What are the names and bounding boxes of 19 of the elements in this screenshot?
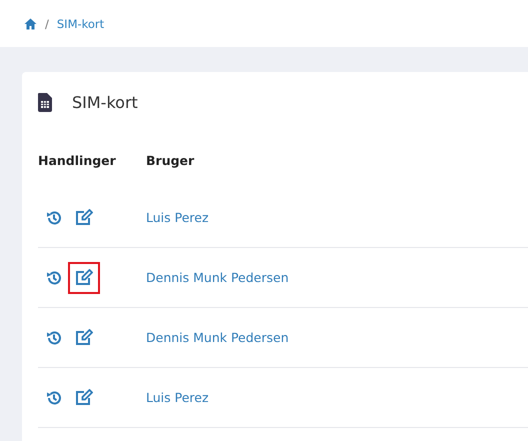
breadcrumb-link[interactable]: SIM-kort [56, 16, 104, 30]
history-icon[interactable] [46, 270, 62, 286]
home-icon[interactable] [24, 18, 37, 30]
history-icon[interactable] [46, 210, 62, 226]
history-icon[interactable] [46, 330, 62, 346]
edit-icon[interactable] [75, 269, 93, 286]
user-link[interactable]: Dennis Munk Pedersen [146, 270, 289, 285]
user-link[interactable]: Luis Perez [146, 210, 209, 225]
column-header: Bruger [146, 152, 194, 168]
edit-icon[interactable] [75, 389, 93, 406]
column-header: Handlinger [38, 152, 117, 168]
edit-icon[interactable] [75, 329, 93, 346]
history-icon[interactable] [46, 390, 62, 406]
breadcrumb-separator: / [45, 16, 49, 30]
edit-icon[interactable] [75, 209, 93, 226]
user-link[interactable]: Dennis Munk Pedersen [146, 330, 289, 345]
user-link[interactable]: Luis Perez [146, 390, 209, 405]
sim-card-icon [38, 92, 52, 112]
card-title: SIM-kort [72, 92, 138, 112]
